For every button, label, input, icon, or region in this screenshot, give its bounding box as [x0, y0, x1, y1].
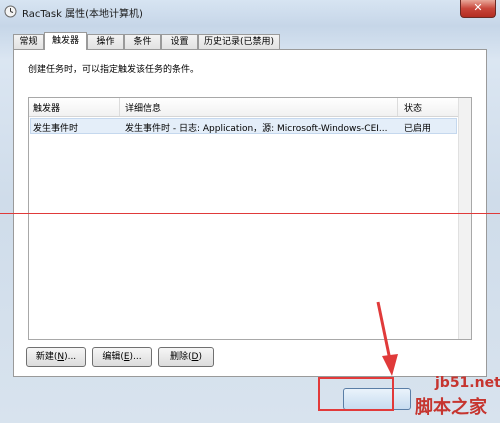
button-label: 编辑(: [102, 352, 124, 362]
list-header: 触发器 详细信息 状态: [29, 98, 459, 117]
button-label: 新建(: [35, 352, 58, 362]
delete-trigger-button[interactable]: 删除(D): [158, 347, 214, 367]
annotation-arrow-icon: [376, 301, 398, 376]
annotation-line: [0, 213, 500, 214]
tab-general[interactable]: 常规: [13, 34, 44, 49]
window-title: RacTask 属性(本地计算机): [22, 9, 143, 20]
close-button[interactable]: ✕: [460, 0, 496, 18]
table-row[interactable]: 发生事件时 发生事件时 - 日志: Application，源: Microso…: [30, 118, 457, 134]
tab-actions[interactable]: 操作: [87, 34, 124, 49]
details-cell: 发生事件时 - 日志: Application，源: Microsoft-Win…: [125, 124, 388, 134]
tab-triggers[interactable]: 触发器: [44, 32, 87, 50]
column-divider[interactable]: [397, 98, 398, 116]
tab-conditions[interactable]: 条件: [124, 34, 161, 49]
watermark: jb51.net 脚本之家: [415, 375, 500, 420]
panel-description: 创建任务时，可以指定触发该任务的条件。: [28, 65, 200, 75]
trigger-cell: 发生事件时: [33, 124, 79, 134]
button-label-tail: )...: [129, 352, 142, 362]
status-cell: 已启用: [404, 124, 432, 134]
button-label: 删除(: [170, 352, 192, 362]
tab-settings[interactable]: 设置: [161, 34, 198, 49]
tab-history[interactable]: 历史记录(已禁用): [198, 34, 280, 49]
column-header-status[interactable]: 状态: [404, 101, 422, 114]
watermark-url: jb51.net: [435, 375, 500, 391]
column-header-details[interactable]: 详细信息: [125, 101, 161, 114]
button-label-tail: )...: [64, 352, 77, 362]
column-header-trigger[interactable]: 触发器: [33, 101, 60, 114]
close-icon: ✕: [473, 1, 483, 14]
button-label-tail: ): [198, 352, 202, 362]
new-trigger-button[interactable]: 新建(N)...: [26, 347, 86, 367]
title-bar[interactable]: RacTask 属性(本地计算机) ✕: [0, 0, 500, 24]
annotation-highlight-box: [318, 377, 394, 411]
column-divider[interactable]: [119, 98, 120, 116]
properties-dialog: RacTask 属性(本地计算机) ✕ 常规 触发器 操作 条件 设置 历史记录…: [0, 0, 500, 423]
edit-trigger-button[interactable]: 编辑(E)...: [92, 347, 152, 367]
watermark-brand: 脚本之家: [415, 397, 487, 418]
clock-icon: [4, 5, 17, 18]
vertical-scrollbar[interactable]: [458, 98, 471, 339]
